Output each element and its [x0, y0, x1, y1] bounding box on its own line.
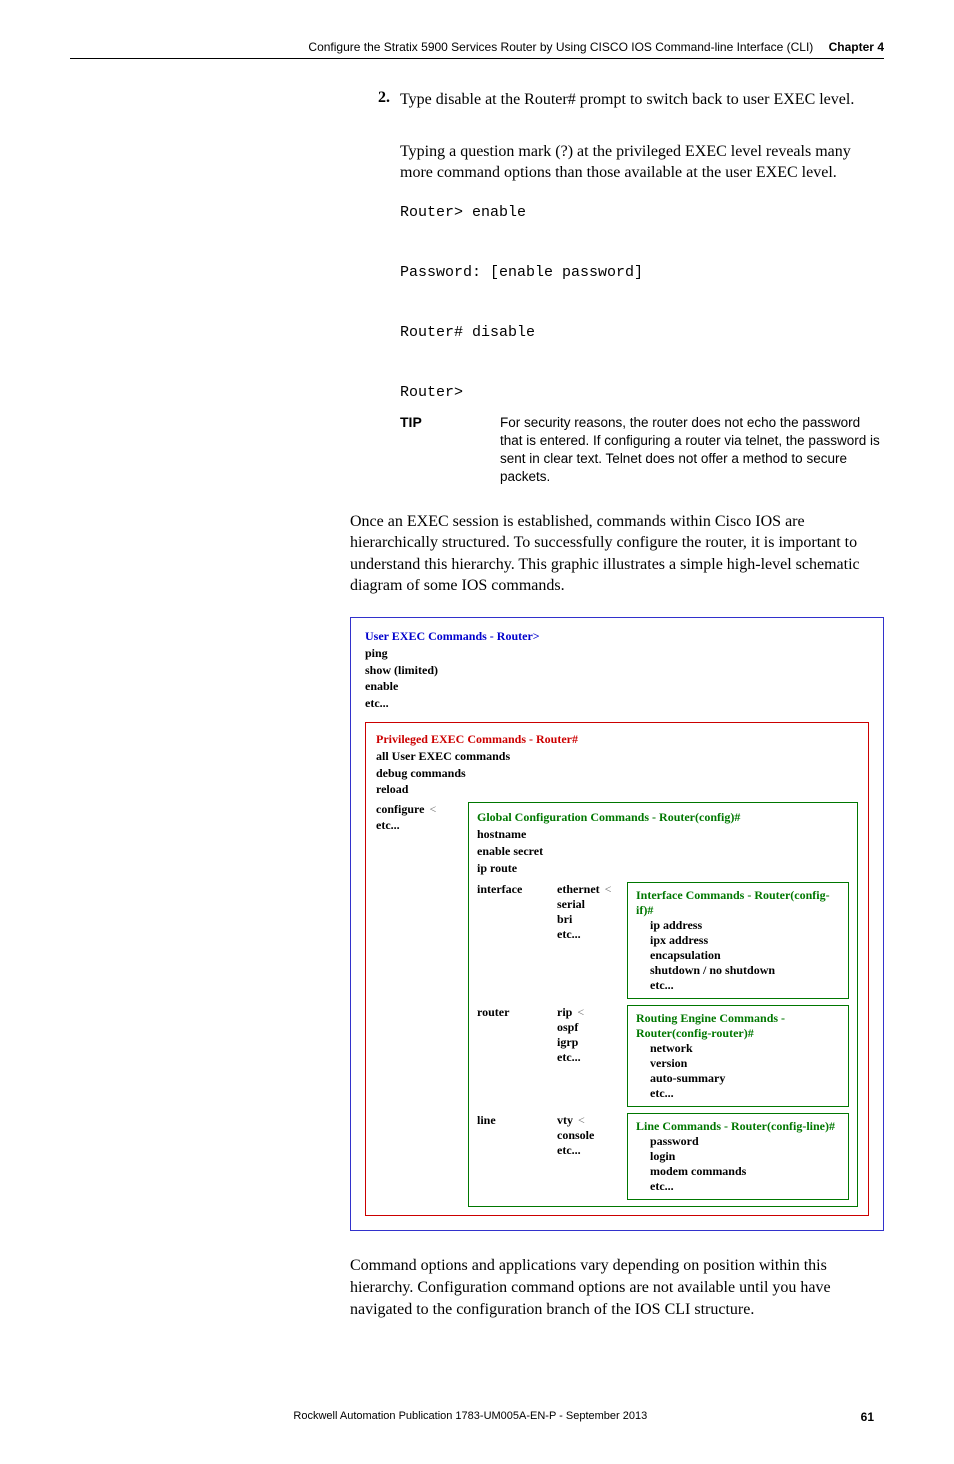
router-keyword: router	[477, 1005, 557, 1107]
page-header: Configure the Stratix 5900 Services Rout…	[70, 40, 884, 59]
paragraph-options: Command options and applications vary de…	[350, 1255, 884, 1320]
interface-type: etc...	[557, 927, 627, 942]
interface-keyword: interface	[477, 882, 557, 999]
priv-exec-title: Privileged EXEC Commands - Router#	[376, 731, 858, 748]
tip-label: TIP	[370, 414, 500, 487]
step-number: 2.	[370, 89, 390, 125]
step-2: 2. Type disable at the Router# prompt to…	[370, 89, 884, 125]
router-type: igrp	[557, 1035, 627, 1050]
line-box-item: etc...	[650, 1179, 840, 1194]
global-item: hostname	[477, 826, 849, 843]
line-box-item: password	[650, 1134, 840, 1149]
interface-box-item: ipx address	[650, 933, 840, 948]
priv-exec-etc: etc...	[376, 817, 468, 834]
router-type: ospf	[557, 1020, 627, 1035]
page-footer: Rockwell Automation Publication 1783-UM0…	[70, 1410, 884, 1424]
user-exec-item: show (limited)	[365, 662, 869, 679]
line-box-item: login	[650, 1149, 840, 1164]
ios-command-diagram: User EXEC Commands - Router> ping show (…	[350, 617, 884, 1231]
global-item: enable secret	[477, 843, 849, 860]
interface-box-item: shutdown / no shutdown	[650, 963, 840, 978]
router-box-item: version	[650, 1056, 840, 1071]
tip-text: For security reasons, the router does no…	[500, 414, 884, 487]
priv-exec-item: reload	[376, 781, 858, 798]
interface-box-title: Interface Commands - Router(config-if)#	[636, 888, 840, 918]
interface-box-item: ip address	[650, 918, 840, 933]
interface-box-item: etc...	[650, 978, 840, 993]
line-type: console	[557, 1128, 627, 1143]
page-number: 61	[861, 1410, 874, 1424]
code-sample: Router> enable Password: [enable passwor…	[400, 198, 884, 408]
paragraph-hierarchy: Once an EXEC session is established, com…	[350, 511, 884, 597]
global-config-title: Global Configuration Commands - Router(c…	[477, 809, 849, 826]
global-item: ip route	[477, 860, 849, 877]
interface-box-item: encapsulation	[650, 948, 840, 963]
priv-exec-item: debug commands	[376, 765, 858, 782]
header-title: Configure the Stratix 5900 Services Rout…	[308, 40, 813, 54]
line-type: vty	[557, 1113, 573, 1127]
chapter-label: Chapter 4	[829, 40, 884, 54]
interface-type: ethernet	[557, 882, 600, 896]
priv-exec-item: all User EXEC commands	[376, 748, 858, 765]
user-exec-title: User EXEC Commands - Router>	[365, 628, 869, 645]
line-box-item: modem commands	[650, 1164, 840, 1179]
router-box-item: network	[650, 1041, 840, 1056]
footer-publication: Rockwell Automation Publication 1783-UM0…	[293, 1410, 647, 1424]
router-type: etc...	[557, 1050, 627, 1065]
interface-type: bri	[557, 912, 627, 927]
step-text: Type disable at the Router# prompt to sw…	[400, 89, 854, 111]
user-exec-item: enable	[365, 678, 869, 695]
followup-text: Typing a question mark (?) at the privil…	[400, 141, 884, 184]
tip-block: TIP For security reasons, the router doe…	[370, 414, 884, 487]
line-keyword: line	[477, 1113, 557, 1200]
router-type: rip	[557, 1005, 572, 1019]
router-box-item: auto-summary	[650, 1071, 840, 1086]
configure-keyword: configure	[376, 802, 424, 816]
router-box-title: Routing Engine Commands - Router(config-…	[636, 1011, 840, 1041]
line-type: etc...	[557, 1143, 627, 1158]
interface-type: serial	[557, 897, 627, 912]
line-box-title: Line Commands - Router(config-line)#	[636, 1119, 840, 1134]
user-exec-item: ping	[365, 645, 869, 662]
router-box-item: etc...	[650, 1086, 840, 1101]
user-exec-item: etc...	[365, 695, 869, 712]
